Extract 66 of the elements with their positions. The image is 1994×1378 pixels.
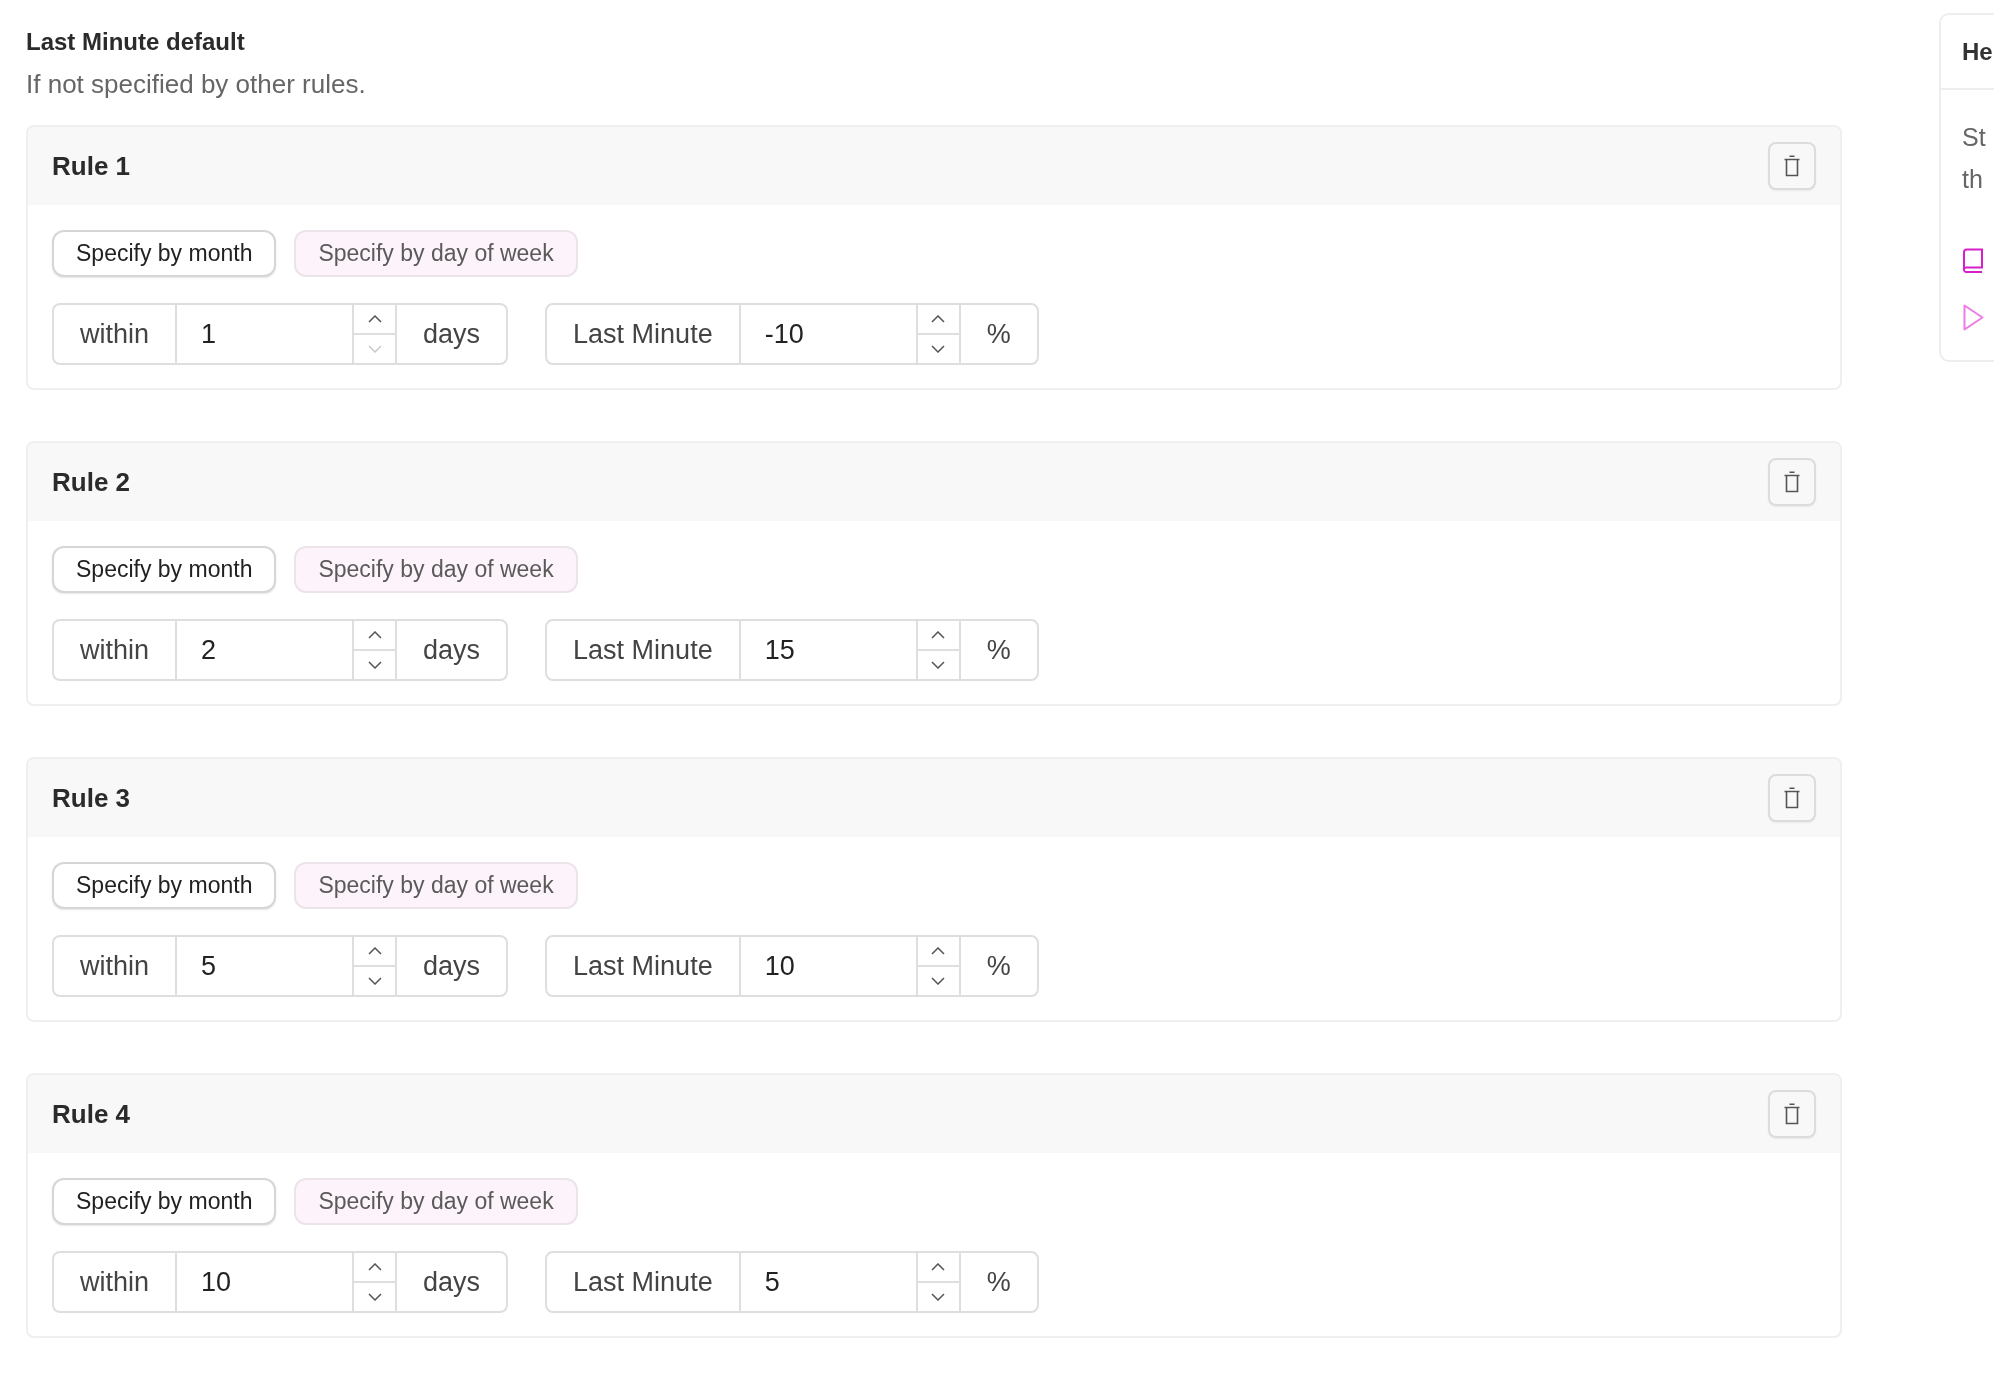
prefix-label: within [79,949,151,983]
trash-icon [1783,787,1801,809]
help-text: St th [1962,122,1987,195]
unit-label: % [985,317,1012,351]
mode-toggle-button[interactable]: Specify by month [52,1178,277,1225]
mode-toggle-button[interactable]: Specify by day of week [294,546,578,593]
unit-label: days [422,633,482,667]
chevron-down-icon [367,345,382,353]
prefix-label: Last Minute [572,949,714,983]
unit-label: days [422,1265,482,1299]
mode-toggle-button[interactable]: Specify by month [52,546,277,593]
chevron-down-icon [367,977,382,985]
mode-toggle-button[interactable]: Specify by month [52,230,277,277]
delete-button[interactable] [1768,1090,1816,1138]
play-icon[interactable] [1963,304,1984,331]
mode-toggle-button[interactable]: Specify by day of week [294,1178,578,1225]
chevron-down-icon [931,1293,946,1301]
chevron-up-icon [367,1263,382,1271]
chevron-down-icon [931,345,946,353]
number-input[interactable]: 10 [738,937,916,995]
unit-label: % [985,949,1012,983]
rule-title: Rule 3 [52,782,131,814]
unit-label: days [422,317,482,351]
delete-button[interactable] [1768,142,1816,190]
prefix-label: within [79,1265,151,1299]
section-title: Last Minute default [26,27,246,57]
chevron-down-icon [367,1293,382,1301]
chevron-up-icon [931,315,946,323]
unit-label: % [985,1265,1012,1299]
chevron-up-icon [931,1263,946,1271]
number-input[interactable]: 5 [175,937,353,995]
number-input[interactable]: 5 [738,1253,916,1311]
chevron-up-icon [367,947,382,955]
rule-title: Rule 2 [52,466,131,498]
number-input[interactable]: 1 [175,305,353,363]
chevron-up-icon [367,631,382,639]
unit-label: % [985,633,1012,667]
prefix-label: Last Minute [572,317,714,351]
rule-title: Rule 4 [52,1098,131,1130]
prefix-label: Last Minute [572,1265,714,1299]
prefix-label: Last Minute [572,633,714,667]
chevron-up-icon [931,631,946,639]
number-input[interactable]: 2 [175,621,353,679]
mode-toggle-button[interactable]: Specify by day of week [294,230,578,277]
delete-button[interactable] [1768,458,1816,506]
mode-toggle-button[interactable]: Specify by month [52,862,277,909]
chevron-up-icon [931,947,946,955]
chevron-down-icon [931,661,946,669]
number-input[interactable]: -10 [738,305,916,363]
prefix-label: within [79,317,151,351]
trash-icon [1783,1103,1801,1125]
trash-icon [1783,155,1801,177]
unit-label: days [422,949,482,983]
section-subtitle: If not specified by other rules. [26,68,367,100]
mode-toggle-button[interactable]: Specify by day of week [294,862,578,909]
prefix-label: within [79,633,151,667]
delete-button[interactable] [1768,774,1816,822]
trash-icon [1783,471,1801,493]
number-input[interactable]: 10 [175,1253,353,1311]
number-input[interactable]: 15 [738,621,916,679]
help-title: He [1962,37,1993,66]
book-icon[interactable] [1962,248,1984,274]
chevron-down-icon [367,661,382,669]
chevron-up-icon [367,315,382,323]
chevron-down-icon [931,977,946,985]
rule-title: Rule 1 [52,150,131,182]
